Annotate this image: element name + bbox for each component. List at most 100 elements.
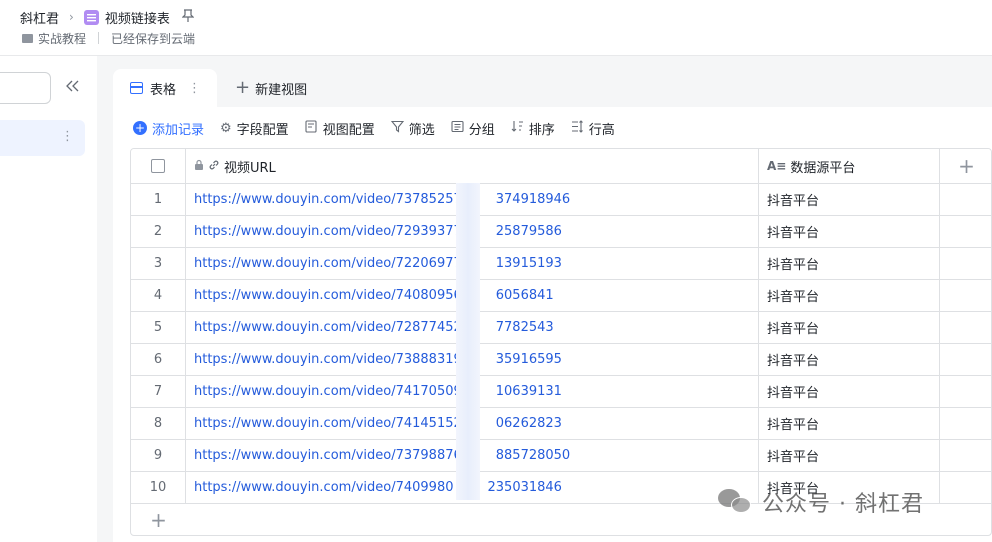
url-link[interactable]: https://www.douyin.com/video/72877452 [194, 320, 462, 335]
table-row[interactable]: 7 https://www.douyin.com/video/74170509 10… [131, 376, 991, 408]
gear-icon: ⚙ [220, 120, 232, 136]
url-link[interactable]: https://www.douyin.com/video/72206977 [194, 256, 462, 271]
new-view-button[interactable]: + 新建视图 [217, 69, 307, 107]
row-index: 4 [131, 280, 186, 311]
column-header-url-label: 视频URL [224, 160, 276, 176]
top-bar: 斜杠君 › 视频链接表 实战教程 已经保存到云端 [0, 0, 992, 56]
platform-cell[interactable]: 抖音平台 [759, 248, 940, 279]
column-header-platform-label: 数据源平台 [790, 160, 856, 176]
url-link-tail[interactable]: 374918946 [496, 192, 570, 207]
platform-cell[interactable]: 抖音平台 [759, 408, 940, 439]
group-label: 分组 [468, 122, 495, 138]
row-index: 1 [131, 184, 186, 215]
platform-cell[interactable]: 抖音平台 [759, 184, 940, 215]
breadcrumb: 斜杠君 › 视频链接表 [20, 8, 195, 27]
doc-meta: 实战教程 已经保存到云端 [22, 30, 195, 46]
sort-label: 排序 [528, 122, 555, 138]
text-field-icon: A≡ [767, 159, 787, 173]
url-link-tail[interactable]: 235031846 [488, 480, 562, 495]
view-config-button[interactable]: 视图配置 [305, 119, 375, 138]
table-row[interactable]: 1 https://www.douyin.com/video/73785257 37… [131, 184, 991, 216]
toolbar: + 添加记录 ⚙ 字段配置 视图配置 筛选 分组 排序 行高 [133, 117, 631, 139]
url-link[interactable]: https://www.douyin.com/video/74170509 [194, 384, 462, 399]
filter-icon [390, 120, 404, 137]
table-doc-icon [83, 9, 99, 25]
platform-cell[interactable]: 抖音平台 [759, 344, 940, 375]
url-link-tail[interactable]: 7782543 [496, 320, 554, 335]
url-link[interactable]: https://www.douyin.com/video/72939377 [194, 224, 462, 239]
url-link-tail[interactable]: 6056841 [496, 288, 554, 303]
view-config-label: 视图配置 [322, 122, 375, 138]
wechat-logo-icon [718, 489, 752, 515]
row-index: 7 [131, 376, 186, 407]
table-row[interactable]: 3 https://www.douyin.com/video/72206977 13… [131, 248, 991, 280]
data-grid: 视频URL A≡ 数据源平台 + 1 https://www.douyin.com… [130, 148, 992, 536]
table-row[interactable]: 5 https://www.douyin.com/video/72877452 77… [131, 312, 991, 344]
row-index: 9 [131, 440, 186, 471]
document-title[interactable]: 视频链接表 [105, 8, 170, 27]
select-all-cell [131, 149, 186, 183]
url-link[interactable]: https://www.douyin.com/video/7409980 [194, 480, 454, 495]
field-config-button[interactable]: ⚙ 字段配置 [220, 119, 289, 138]
url-link-tail[interactable]: 35916595 [496, 352, 562, 367]
url-link[interactable]: https://www.douyin.com/video/73888319 [194, 352, 462, 367]
folder-icon [22, 33, 33, 43]
platform-cell[interactable]: 抖音平台 [759, 280, 940, 311]
add-row-button[interactable]: + [131, 504, 186, 535]
url-link[interactable]: https://www.douyin.com/video/74080956 [194, 288, 462, 303]
tab-grid-view[interactable]: 表格 ⋮ [113, 69, 217, 107]
url-link-tail[interactable]: 25879586 [496, 224, 562, 239]
pin-icon[interactable] [181, 8, 195, 26]
table-row[interactable]: 2 https://www.douyin.com/video/72939377 25… [131, 216, 991, 248]
sort-icon [511, 120, 524, 137]
divider [98, 32, 100, 44]
url-link-tail[interactable]: 06262823 [496, 416, 562, 431]
breadcrumb-root[interactable]: 斜杠君 [20, 8, 59, 27]
platform-cell[interactable]: 抖音平台 [759, 376, 940, 407]
column-header-url[interactable]: 视频URL [186, 149, 759, 183]
watermark: 公众号 · 斜杠君 [718, 484, 924, 520]
url-link-tail[interactable]: 10639131 [496, 384, 562, 399]
row-height-label: 行高 [588, 122, 615, 138]
sort-button[interactable]: 排序 [511, 119, 555, 138]
sidebar: ⋮ [0, 56, 97, 542]
url-link-tail[interactable]: 885728050 [496, 448, 570, 463]
collapse-sidebar-icon[interactable] [66, 80, 80, 96]
link-icon [208, 159, 220, 174]
platform-cell[interactable]: 抖音平台 [759, 312, 940, 343]
table-row[interactable]: 4 https://www.douyin.com/video/74080956 60… [131, 280, 991, 312]
redaction-overlay [456, 183, 480, 500]
table-row[interactable]: 6 https://www.douyin.com/video/73888319 35… [131, 344, 991, 376]
row-index: 10 [131, 472, 186, 503]
select-all-checkbox[interactable] [151, 159, 165, 173]
filter-button[interactable]: 筛选 [390, 119, 435, 138]
row-index: 6 [131, 344, 186, 375]
add-record-button[interactable]: + 添加记录 [133, 119, 204, 138]
chevron-right-icon: › [69, 10, 74, 24]
grid-header: 视频URL A≡ 数据源平台 + [131, 149, 991, 184]
table-row[interactable]: 9 https://www.douyin.com/video/73798876 88… [131, 440, 991, 472]
url-link-tail[interactable]: 13915193 [496, 256, 562, 271]
platform-cell[interactable]: 抖音平台 [759, 440, 940, 471]
row-height-button[interactable]: 行高 [571, 119, 615, 138]
sidebar-item-active-table[interactable]: ⋮ [0, 120, 85, 156]
add-column-button[interactable]: + [940, 149, 991, 183]
main-area: 表格 ⋮ + 新建视图 + 添加记录 ⚙ 字段配置 视图配置 筛选 分组 排序 … [97, 56, 992, 542]
row-index: 2 [131, 216, 186, 247]
url-link[interactable]: https://www.douyin.com/video/73798876 [194, 448, 462, 463]
url-link[interactable]: https://www.douyin.com/video/73785257 [194, 192, 462, 207]
folder-name[interactable]: 实战教程 [38, 30, 86, 47]
sidebar-search-input[interactable] [0, 72, 51, 104]
more-icon[interactable]: ⋮ [61, 129, 74, 144]
row-index: 8 [131, 408, 186, 439]
group-icon [451, 120, 464, 137]
column-header-platform[interactable]: A≡ 数据源平台 [759, 149, 940, 183]
tab-more-icon[interactable]: ⋮ [188, 81, 201, 96]
grid-view-icon [130, 82, 143, 94]
row-height-icon [571, 119, 584, 137]
table-row[interactable]: 8 https://www.douyin.com/video/74145152 06… [131, 408, 991, 440]
group-button[interactable]: 分组 [451, 119, 495, 138]
add-record-label: 添加记录 [152, 122, 205, 138]
url-link[interactable]: https://www.douyin.com/video/74145152 [194, 416, 462, 431]
platform-cell[interactable]: 抖音平台 [759, 216, 940, 247]
